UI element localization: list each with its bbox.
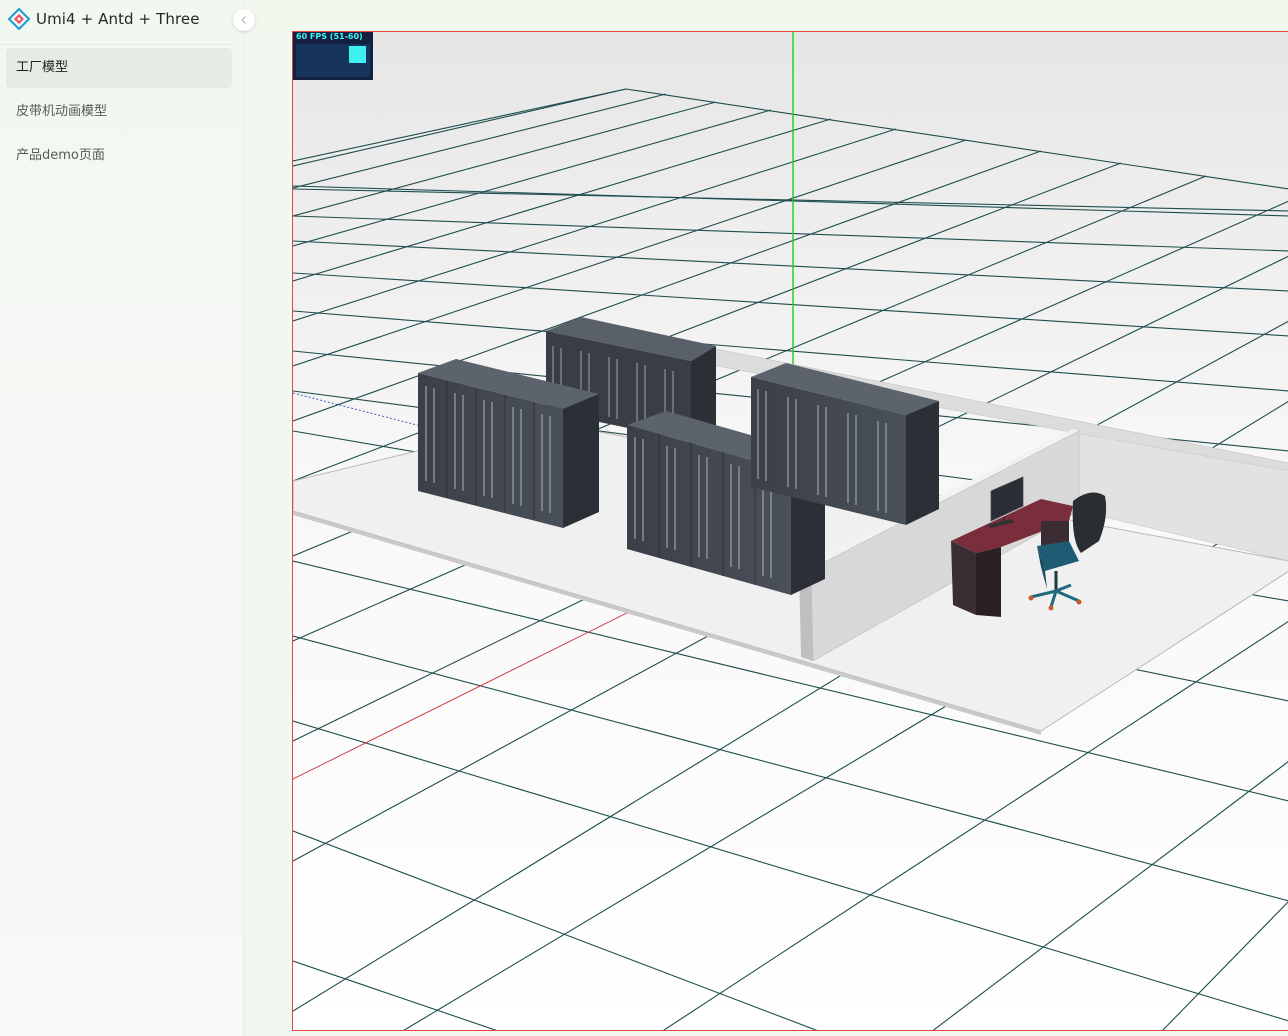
content-header-area [245,0,1288,31]
scene-3d [293,32,1288,1030]
sidebar-collapse-button[interactable] [233,9,255,31]
fps-stats-panel[interactable]: 60 FPS (51-60) [293,32,373,80]
fps-label: 60 FPS (51-60) [296,32,363,41]
app-title: Umi4 + Antd + Three [36,10,200,28]
menu-item-belt-animation-model[interactable]: 皮带机动画模型 [6,92,232,132]
menu-item-factory-model[interactable]: 工厂模型 [6,48,232,88]
logo-row[interactable]: Umi4 + Antd + Three [8,6,200,32]
fps-bar [349,46,366,63]
content-padding [245,31,292,1036]
sidebar-divider [0,44,236,45]
side-menu: 工厂模型 皮带机动画模型 产品demo页面 [6,48,232,180]
sidebar: Umi4 + Antd + Three 工厂模型 皮带机动画模型 产品demo页… [0,0,244,1036]
chevron-left-icon [241,16,246,24]
menu-item-product-demo[interactable]: 产品demo页面 [6,136,232,176]
three-canvas[interactable]: 60 FPS (51-60) [292,31,1288,1031]
umi-logo-icon [8,8,30,30]
